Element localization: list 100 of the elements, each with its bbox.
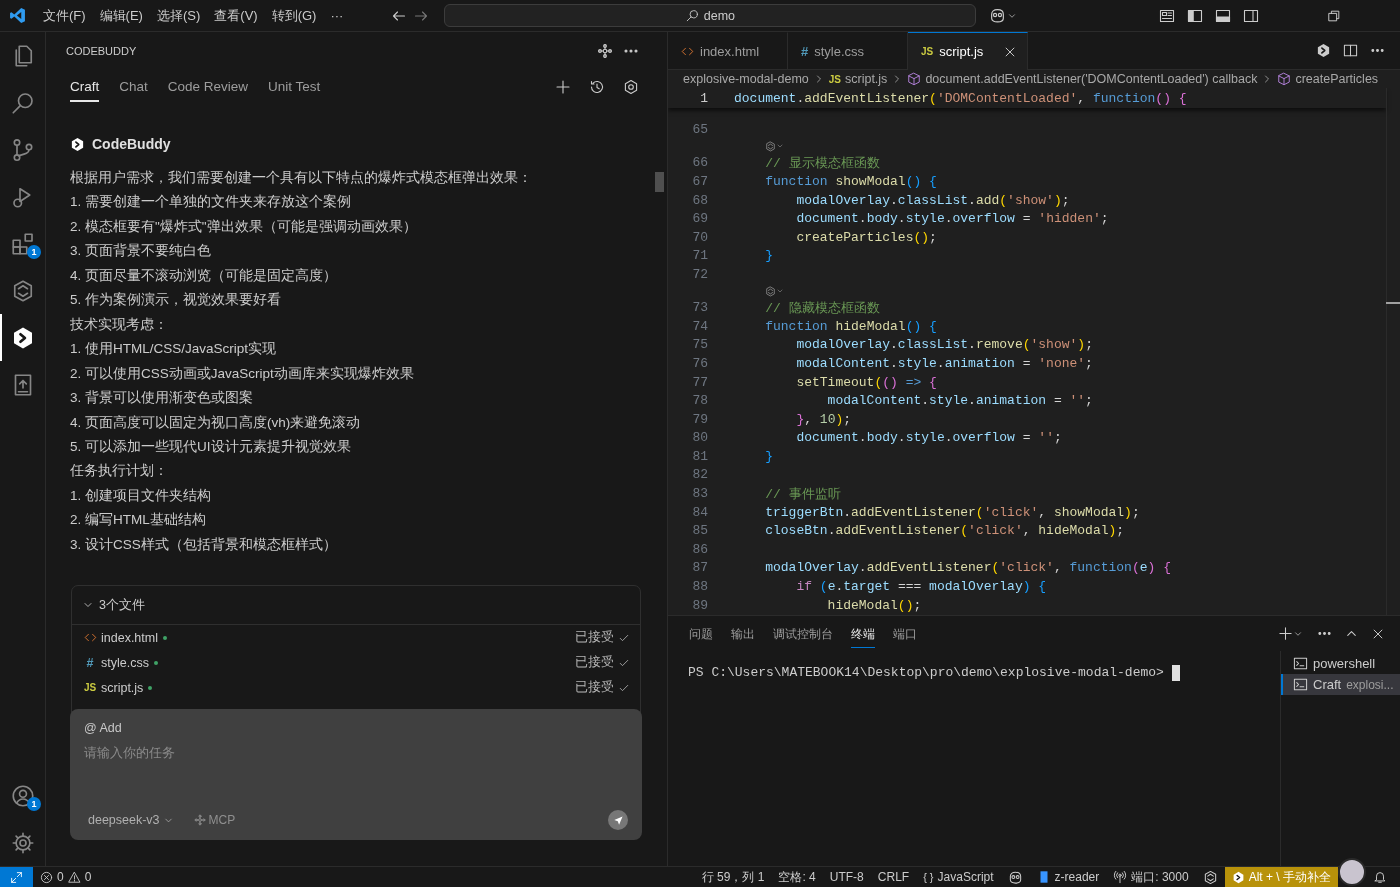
menu-item[interactable]: 选择(S) — [149, 3, 208, 28]
message-line: 2. 编写HTML基础结构 — [70, 511, 207, 530]
menu-item[interactable]: 文件(F) — [36, 3, 93, 28]
panel-tab[interactable]: 终端 — [851, 619, 875, 648]
hexagon-icon[interactable] — [1202, 869, 1218, 885]
mode-tab[interactable]: Craft — [70, 72, 108, 102]
message-line: 4. 页面尽量不滚动浏览（可能是固定高度） — [70, 266, 338, 285]
secondary-sidebar-icon — [1243, 7, 1259, 24]
panel-tab[interactable]: 调试控制台 — [773, 619, 833, 648]
remote-button[interactable] — [0, 867, 33, 887]
js-file-icon: JS — [84, 682, 96, 693]
status-item[interactable]: UTF-8 — [822, 867, 871, 887]
reader-status[interactable]: z-reader — [1029, 867, 1107, 887]
line-number: 78 — [691, 393, 708, 409]
modified-dot — [148, 685, 153, 690]
blocks-icon[interactable] — [10, 231, 35, 256]
mode-tab[interactable]: Unit Test — [268, 72, 329, 102]
status-item[interactable]: 空格: 4 — [771, 867, 823, 887]
code-line: function showModal() { — [764, 174, 937, 190]
line-number: 66 — [691, 155, 708, 171]
panel-tab[interactable]: 输出 — [731, 619, 755, 648]
bell-icon[interactable] — [1373, 870, 1387, 884]
mode-tab[interactable]: Code Review — [167, 72, 257, 102]
settings-icon[interactable] — [10, 830, 35, 855]
breadcrumb-item[interactable]: explosive-modal-demo — [683, 72, 809, 86]
breadcrumb-item[interactable]: createParticles — [1295, 72, 1379, 86]
status-item[interactable]: CRLF — [870, 867, 917, 887]
code-line: modalOverlay.classList.add('show'); — [795, 192, 1070, 208]
message-line: 3. 设计CSS样式（包括背景和模态框样式） — [70, 535, 338, 554]
code-line: modalContent.style.animation = 'none'; — [795, 355, 1093, 371]
problems-status[interactable]: 0 0 — [33, 867, 99, 887]
layout-icon — [1159, 7, 1175, 24]
files-header[interactable]: 3个文件 — [72, 586, 640, 625]
model-selector[interactable]: deepseek-v3 — [84, 811, 178, 829]
code-line: triggerBtn.addEventListener('click', showModal); — [764, 504, 1140, 520]
avatar[interactable] — [1338, 858, 1366, 886]
cursor-marker — [1386, 302, 1400, 304]
file-name[interactable]: style.css — [101, 655, 149, 670]
message-line: 根据用户需求，我们需要创建一个具有以下特点的爆炸式模态框弹出效果： — [70, 169, 533, 187]
panel-tab[interactable]: 端口 — [893, 619, 917, 648]
line-number: 84 — [691, 504, 708, 520]
count-badge: 1 — [27, 245, 41, 259]
file-name[interactable]: script.js — [101, 680, 144, 695]
search-icon[interactable] — [10, 90, 35, 115]
app-logo-icon — [9, 7, 26, 24]
add-context-button[interactable]: @ Add — [84, 721, 122, 735]
message-line: 1. 需要创建一个单独的文件夹来存放这个案例 — [70, 193, 352, 212]
message-line: 4. 页面高度可以固定为视口高度(vh)来避免滚动 — [70, 413, 362, 432]
breadcrumb-item[interactable]: document.addEventListener('DOMContentLoaded') callback — [925, 72, 1258, 86]
language-mode[interactable]: { } JavaScript — [916, 867, 1001, 887]
terminal-icon — [1293, 656, 1308, 671]
send-button[interactable] — [608, 810, 628, 830]
line-number: 74 — [691, 318, 708, 334]
menu-item[interactable]: 编辑(E) — [92, 3, 150, 28]
robot-icon[interactable] — [1007, 869, 1023, 885]
terminal-item[interactable]: Craft explosi... — [1281, 674, 1400, 695]
message-line: 2. 模态框要有"爆炸式"弹出效果（可能是强调动画效果） — [70, 217, 418, 236]
file-status: 已接受 — [575, 629, 614, 646]
line-number: 83 — [691, 486, 708, 502]
port-status[interactable]: 端口: 3000 — [1106, 867, 1196, 887]
modified-dot — [163, 635, 167, 640]
codelens-icon[interactable] — [765, 285, 784, 297]
plus-icon — [1278, 626, 1293, 641]
sidebar-layout-icon — [1187, 7, 1203, 24]
menu-item[interactable]: 转到(G) — [264, 3, 324, 28]
codelens-icon[interactable] — [765, 140, 784, 152]
line-number: 67 — [691, 174, 708, 190]
message-line: 1. 使用HTML/CSS/JavaScript实现 — [70, 340, 278, 359]
panel-tab[interactable]: 问题 — [689, 619, 713, 648]
breadcrumb-item[interactable]: script.js — [845, 72, 888, 86]
line-number: 73 — [691, 300, 708, 316]
line-number: 70 — [691, 229, 708, 245]
menu-item[interactable]: ··· — [323, 5, 351, 26]
account-icon[interactable] — [10, 783, 35, 808]
code-line: } — [764, 448, 773, 464]
terminal-detail: explosi... — [1346, 677, 1394, 692]
command-search-field[interactable]: demo — [444, 4, 977, 27]
mode-tab[interactable]: Chat — [119, 72, 156, 102]
terminal-prompt: PS C:\Users\MATEBOOK14\Desktop\pro\demo\explosive-modal-demo> — [688, 665, 1164, 680]
line-number: 71 — [691, 248, 708, 264]
branch-icon[interactable] — [10, 137, 35, 162]
line-number: 82 — [691, 467, 708, 483]
panel-title: CODEBUDDY — [66, 45, 137, 57]
menu-item[interactable]: 查看(V) — [207, 3, 265, 28]
scrollbar-thumb[interactable] — [655, 172, 664, 192]
file-name[interactable]: index.html — [101, 630, 158, 645]
terminal-item[interactable]: powershell — [1281, 653, 1400, 674]
task-input[interactable]: 请输入你的任务 — [84, 745, 628, 810]
code-line: modalContent.style.animation = ''; — [826, 393, 1093, 409]
chat-input-box[interactable]: @ Add 请输入你的任务 deepseek-v3 MCP — [70, 709, 642, 840]
line-number: 77 — [691, 374, 708, 390]
split-icon — [1343, 43, 1358, 58]
status-item[interactable]: 行 59，列 1 — [694, 867, 772, 887]
code-line: }, 10); — [795, 411, 852, 427]
editor-tab[interactable]: JS script.js — [908, 32, 1028, 70]
code-line: } — [764, 248, 773, 264]
code-line: closeBtn.addEventListener('click', hideModal); — [764, 523, 1125, 539]
message-line: 5. 作为案例演示，视觉效果要好看 — [70, 291, 282, 310]
antenna-icon — [1113, 870, 1128, 884]
line-number: 76 — [691, 355, 708, 371]
